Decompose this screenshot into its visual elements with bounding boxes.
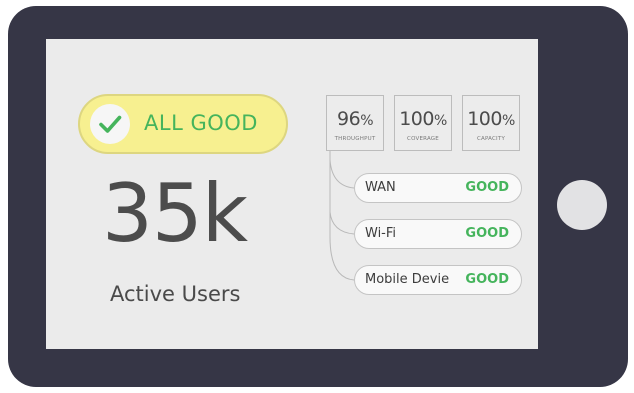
status-state: GOOD [465,180,509,195]
status-row-wifi[interactable]: Wi-Fi GOOD [354,219,522,249]
status-row-mobile-device[interactable]: Mobile Devie GOOD [354,265,522,295]
status-row-wan[interactable]: WAN GOOD [354,173,522,203]
status-name: Wi-Fi [365,226,397,241]
status-state: GOOD [465,226,509,241]
status-name: Mobile Devie [365,272,450,287]
connector-lines [329,151,355,281]
status-state: GOOD [465,272,509,287]
status-name: WAN [365,180,396,195]
